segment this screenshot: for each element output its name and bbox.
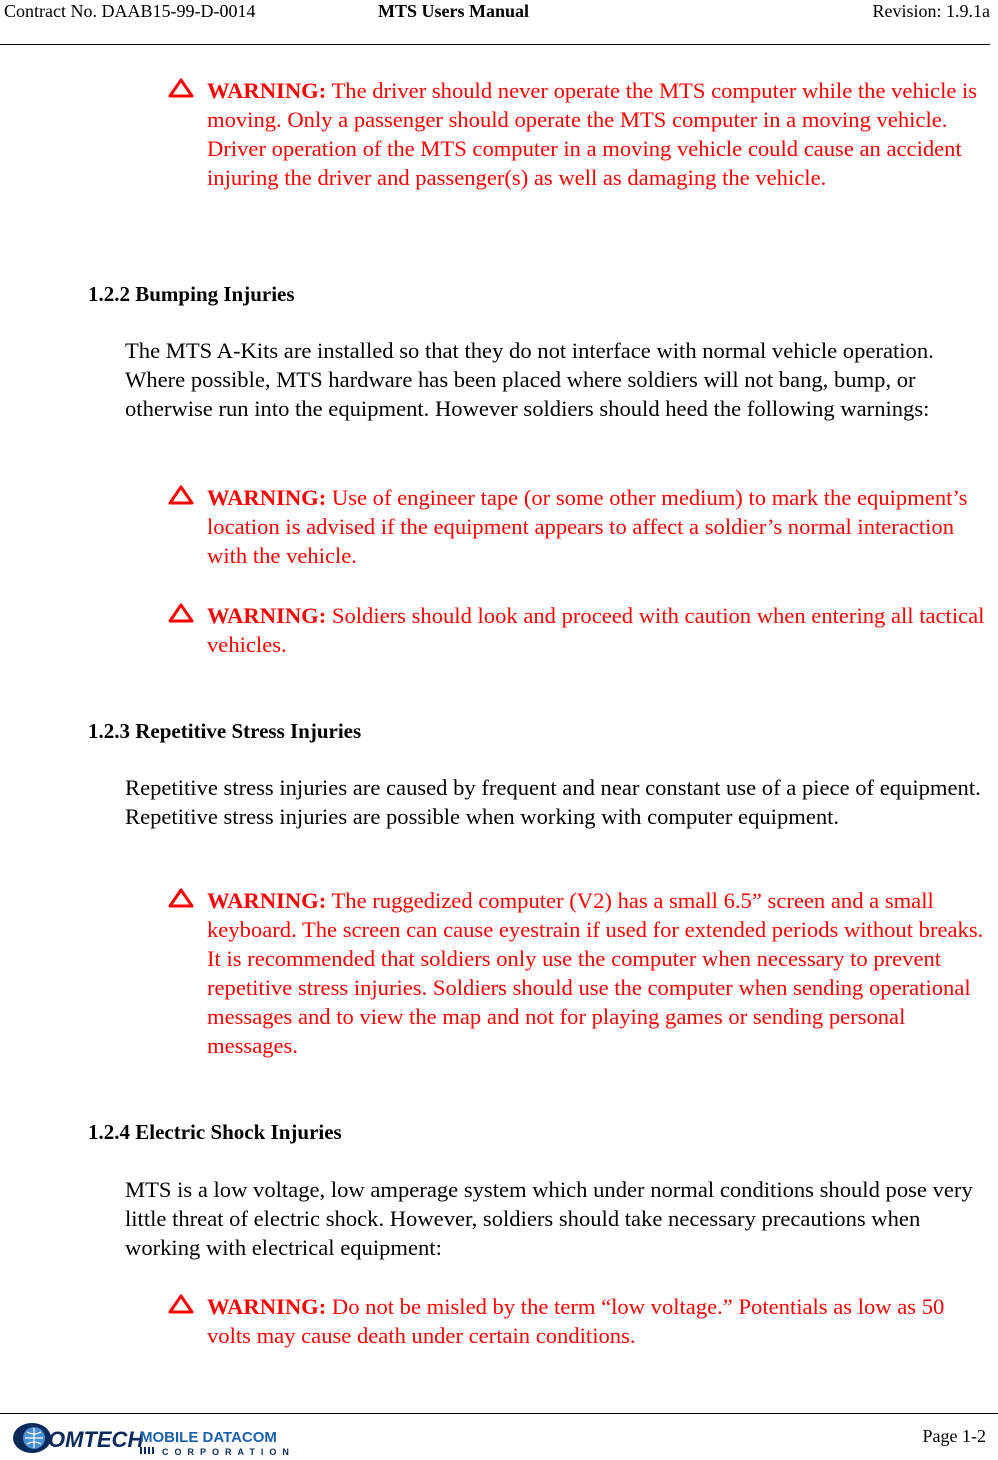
section-heading-bumping: 1.2.2 Bumping Injuries	[88, 282, 295, 306]
logo-sub-text: CORPORATION	[162, 1447, 295, 1457]
globe-icon	[13, 1423, 51, 1453]
warning-triangle-icon	[168, 78, 194, 98]
section-heading-repetitive-stress: 1.2.3 Repetitive Stress Injuries	[88, 719, 362, 743]
warning-label: WARNING:	[207, 888, 327, 913]
logo-main-text: OMTECH	[48, 1427, 144, 1452]
warning-ruggedized-computer: WARNING: The ruggedized computer (V2) ha…	[207, 886, 987, 1060]
contract-number: Contract No. DAAB15-99-D-0014	[4, 1, 256, 21]
manual-title: MTS Users Manual	[378, 1, 530, 21]
section-body-repetitive-stress: Repetitive stress injuries are caused by…	[125, 775, 981, 829]
footer-divider	[0, 1413, 998, 1414]
warning-driver: WARNING: The driver should never operate…	[207, 76, 987, 192]
header-divider	[0, 44, 990, 45]
warning-triangle-icon	[168, 888, 194, 908]
logo-brand-text: MOBILE DATACOM	[140, 1429, 277, 1446]
comtech-logo: OMTECH MOBILE DATACOM CORPORATION	[13, 1423, 295, 1457]
page-number: Page 1-2	[922, 1426, 986, 1446]
warning-label: WARNING:	[207, 485, 327, 510]
warning-engineer-tape: WARNING: Use of engineer tape (or some o…	[207, 483, 987, 570]
warning-label: WARNING:	[207, 1294, 327, 1319]
section-body-electric-shock: MTS is a low voltage, low amperage syste…	[125, 1177, 973, 1260]
warning-label: WARNING:	[207, 603, 327, 628]
warning-triangle-icon	[168, 603, 194, 623]
warning-low-voltage: WARNING: Do not be misled by the term “l…	[207, 1292, 987, 1350]
section-heading-electric-shock: 1.2.4 Electric Shock Injuries	[88, 1120, 342, 1144]
warning-label: WARNING:	[207, 78, 327, 103]
section-body-bumping: The MTS A-Kits are installed so that the…	[125, 338, 934, 421]
warning-text: The ruggedized computer (V2) has a small…	[207, 888, 984, 1058]
warning-triangle-icon	[168, 1294, 194, 1314]
page-header: Contract No. DAAB15-99-D-0014 MTS Users …	[0, 0, 998, 24]
warning-vehicles: WARNING: Soldiers should look and procee…	[207, 601, 987, 659]
warning-triangle-icon	[168, 485, 194, 505]
revision: Revision: 1.9.1a	[872, 1, 991, 21]
